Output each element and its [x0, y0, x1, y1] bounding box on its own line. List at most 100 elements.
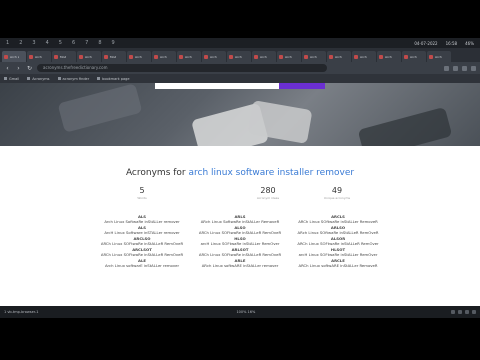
- stat-value: 5: [139, 186, 145, 195]
- status-zoom: 100% 16%: [236, 310, 256, 314]
- main-content: Acronyms for arch linux software install…: [0, 146, 480, 306]
- browser-tab[interactable]: Arch: [152, 51, 176, 62]
- extension-icons: [444, 65, 476, 71]
- bookmarks-bar: Gmail Acronyms acronym finder bookmark p…: [0, 74, 480, 83]
- acronym-expansion: ARCh Linux softwARE inStALLer RemoveR: [298, 263, 378, 268]
- browser-tab[interactable]: Arch: [127, 51, 151, 62]
- bookmark-label: bookmark page: [102, 76, 130, 81]
- workspace-1[interactable]: 1: [6, 40, 9, 46]
- stat-label: Unique acronyms: [323, 196, 351, 200]
- acronym-entry[interactable]: ARCLS ARCh Linux SOftwaRe inStALLer Remov…: [278, 214, 398, 224]
- browser-tab[interactable]: Mod: [102, 51, 126, 62]
- browser-tab[interactable]: Arch: [27, 51, 51, 62]
- workspace-4[interactable]: 4: [46, 40, 49, 46]
- browser-toolbar: ‹ › ↻ acronyms.thefreedictionary.com: [0, 62, 480, 74]
- title-prefix: Acronyms for: [125, 168, 186, 178]
- favicon-icon: [29, 54, 33, 59]
- browser-tab[interactable]: Mod: [52, 51, 76, 62]
- favicon-icon: [354, 54, 358, 59]
- menu-icon[interactable]: [471, 65, 476, 71]
- tab-title: Arch: [185, 54, 192, 59]
- tray-icon[interactable]: [472, 310, 476, 314]
- status-bar: 1 vb-tmp-browser-1 100% 16%: [0, 306, 480, 318]
- tray-icon[interactable]: [458, 310, 462, 314]
- stat-unique-acronyms: 49 Unique acronyms: [287, 186, 387, 200]
- tab-title: Arch: [160, 54, 167, 59]
- reload-icon[interactable]: ↻: [26, 65, 33, 72]
- browser-tab[interactable]: Arch: [77, 51, 101, 62]
- browser-tab[interactable]: Arch: [352, 51, 376, 62]
- acronym-entry[interactable]: ALSOR ARCh Linux SOFtwaRe inStALLeR RemOv…: [278, 236, 398, 246]
- hero-decoration: [57, 83, 143, 133]
- tab-title: Arch: [435, 54, 442, 59]
- clock-label: 16:58: [445, 40, 458, 46]
- tab-title: Arch: [310, 54, 317, 59]
- workspace-6[interactable]: 6: [72, 40, 75, 46]
- browser-tab[interactable]: Arch: [227, 51, 251, 62]
- favicon-icon: [329, 54, 333, 59]
- tab-title: Arch: [285, 54, 292, 59]
- extension-icon[interactable]: [444, 65, 449, 71]
- browser-tab[interactable]: Arch: [327, 51, 351, 62]
- favicon-icon: [54, 54, 58, 59]
- workspace-3[interactable]: 3: [32, 40, 35, 46]
- acronym-entry[interactable]: ARCLE ARCh Linux softwARE inStALLer Remov…: [278, 258, 398, 268]
- acronym-entry[interactable]: HLSOT arcH Linux SOFtwaRe inStALLer RemOv…: [278, 247, 398, 257]
- bookmark-item[interactable]: acronym finder: [57, 76, 90, 81]
- stat-value: 49: [331, 186, 343, 195]
- browser-tab[interactable]: Arch: [302, 51, 326, 62]
- tab-title: Arch: [410, 54, 417, 59]
- bookmark-item[interactable]: Acronyms: [27, 77, 50, 81]
- top-panel: 1 2 3 4 5 6 7 8 9 04-07-2022 16:58 46%: [0, 38, 480, 48]
- bookmark-item[interactable]: Gmail: [4, 77, 19, 81]
- workspace-list: 1 2 3 4 5 6 7 8 9: [6, 40, 115, 46]
- browser-tab[interactable]: Arch: [177, 51, 201, 62]
- browser-tab[interactable]: Arch: [277, 51, 301, 62]
- bookmark-icon: [57, 77, 61, 80]
- favicon-icon: [254, 54, 258, 59]
- browser-tab-strip: Arch L Arch Mod Arch Mod Arch Arch Arch …: [0, 48, 480, 62]
- browser-tab[interactable]: Arch: [252, 51, 276, 62]
- browser-tab[interactable]: Arch: [202, 51, 226, 62]
- tab-title: Arch: [385, 54, 392, 59]
- bookmark-label: Gmail: [9, 76, 20, 81]
- forward-icon[interactable]: ›: [15, 65, 22, 72]
- acronym-entry[interactable]: ARLSO ARch Linux SOftwaRe inStALLeR RemOv…: [278, 225, 398, 235]
- extension-icon[interactable]: [462, 65, 467, 71]
- title-query: arch linux software installer remover: [188, 168, 355, 178]
- workspace-2[interactable]: 2: [19, 40, 22, 46]
- workspace-7[interactable]: 7: [85, 40, 88, 46]
- favicon-icon: [204, 54, 208, 59]
- workspace-5[interactable]: 5: [59, 40, 62, 46]
- tab-title: Arch: [335, 54, 342, 59]
- browser-tab[interactable]: Arch: [402, 51, 426, 62]
- stat-words: 5 Words: [92, 186, 192, 200]
- favicon-icon: [229, 54, 233, 59]
- acronym-expansion: ARCh Linux SOftwaRe inStALLer RemoveR: [298, 219, 378, 224]
- panel-status: 04-07-2022 16:58 46%: [414, 41, 474, 46]
- tab-title: Arch L: [10, 54, 20, 59]
- bookmark-item[interactable]: bookmark page: [97, 76, 130, 81]
- search-input[interactable]: [155, 83, 325, 89]
- favicon-icon: [79, 54, 83, 59]
- browser-tab[interactable]: Arch: [427, 51, 451, 62]
- tab-title: Arch: [260, 54, 267, 59]
- stat-label: Words: [137, 196, 147, 200]
- tab-title: Arch: [85, 54, 92, 59]
- browser-tab[interactable]: Arch L: [2, 51, 26, 62]
- tray-icon[interactable]: [465, 310, 469, 314]
- tray-icon[interactable]: [451, 310, 455, 314]
- workspace-8[interactable]: 8: [98, 40, 101, 46]
- address-bar[interactable]: acronyms.thefreedictionary.com: [37, 64, 327, 72]
- tab-title: Arch: [135, 54, 142, 59]
- bookmark-label: acronym finder: [62, 76, 90, 81]
- browser-tab[interactable]: Arch: [377, 51, 401, 62]
- workspace-9[interactable]: 9: [112, 40, 115, 46]
- extension-icon[interactable]: [453, 65, 458, 71]
- back-icon[interactable]: ‹: [4, 65, 11, 72]
- search-button[interactable]: [279, 83, 325, 89]
- favicon-icon: [104, 54, 108, 59]
- acronym-expansion: arcH Linux SOFtwaRe inStALLer RemOver: [298, 252, 378, 257]
- battery-label: 46%: [465, 40, 474, 46]
- favicon-icon: [279, 54, 283, 59]
